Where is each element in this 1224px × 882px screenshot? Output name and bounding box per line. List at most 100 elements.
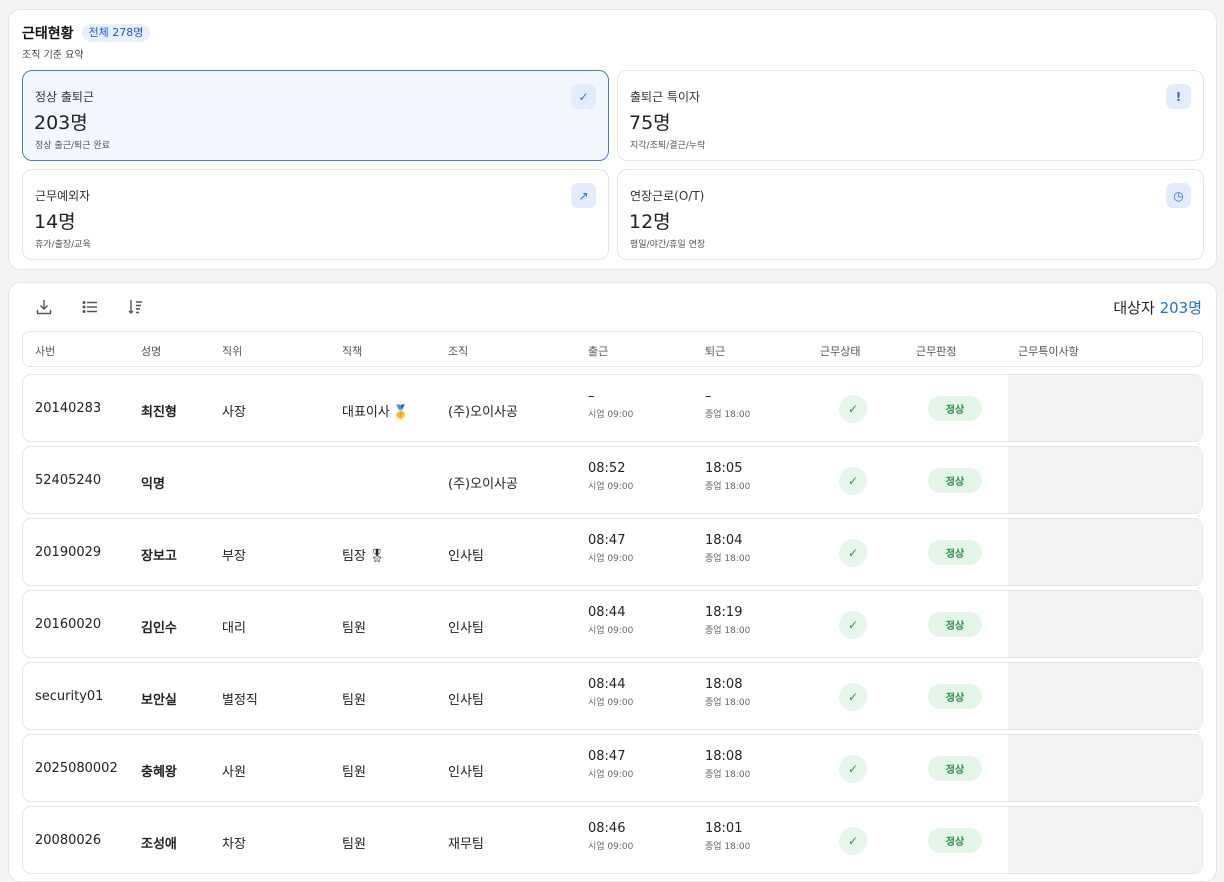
work-status-check-icon: ✓ (839, 467, 867, 495)
card-value: 75명 (629, 112, 671, 134)
column-header[interactable]: 사번 (35, 343, 55, 359)
column-header[interactable]: 근무상태 (820, 343, 860, 359)
clock-in-time: 08:47 (588, 533, 626, 548)
card-value: 12명 (629, 211, 671, 233)
clock-in: 08:46 시업 09:00 (588, 821, 633, 852)
clock-in: 08:47 시업 09:00 (588, 749, 633, 780)
table-row[interactable]: 20190029 장보고 부장 팀장 🎖 인사팀 08:47 시업 09:00 18… (22, 518, 1203, 586)
column-header[interactable]: 조직 (448, 343, 468, 359)
clock-out: 18:05 종업 18:00 (705, 461, 750, 492)
employee-org: 인사팀 (448, 549, 484, 564)
clock-in-time: 08:44 (588, 677, 626, 692)
column-header[interactable]: 출근 (588, 343, 608, 359)
clock-in-time: 08:52 (588, 461, 626, 476)
attendance-list-panel: 대상자 203명 사번 성명 직위 직책 조직 출근 퇴근 근무상태 근무판정 … (8, 282, 1217, 882)
work-status-check-icon: ✓ (839, 395, 867, 423)
employee-role: 대표이사 🥇 (342, 401, 409, 420)
notes-cell (1008, 447, 1202, 513)
judgment-badge: 정상 (928, 396, 982, 421)
table-row[interactable]: 2025080002 충혜왕 사원 팀원 인사팀 08:47 시업 09:00 1… (22, 734, 1203, 802)
clock-out-time: 18:08 (705, 749, 743, 764)
employee-position: 차장 (222, 837, 246, 852)
card-work-exemptions[interactable]: 근무예외자 14명 휴가/출장/교육 ↗ (22, 169, 609, 260)
summary-header: 근태현황 전체 278명 조직 기준 요약 (22, 23, 151, 61)
judgment-badge: 정상 (928, 612, 982, 637)
clock-out-time: 18:01 (705, 821, 743, 836)
table-row[interactable]: 20140283 최진형 사장 대표이사 🥇 (주)오이사공 – 시업 09:00 … (22, 374, 1203, 442)
notes-cell (1008, 735, 1202, 801)
clock-in: 08:47 시업 09:00 (588, 533, 633, 564)
employee-name: 장보고 (141, 549, 177, 564)
judgment-badge: 정상 (928, 540, 982, 565)
card-label: 출퇴근 특이자 (630, 90, 701, 104)
role-text: 팀원 (342, 837, 366, 852)
table-header: 사번 성명 직위 직책 조직 출근 퇴근 근무상태 근무판정 근무특이사항 (22, 331, 1203, 367)
card-value: 14명 (34, 211, 76, 233)
card-description: 정상 출근/퇴근 완료 (35, 141, 110, 151)
employee-id: 20160020 (35, 617, 102, 632)
arrow-diagonal-icon: ↗ (571, 183, 596, 208)
target-label: 대상자 (1113, 299, 1155, 317)
exclamation-icon: ! (1166, 84, 1191, 109)
clock-in: 08:44 시업 09:00 (588, 677, 633, 708)
judgment-badge: 정상 (928, 756, 982, 781)
column-header[interactable]: 근무특이사항 (1018, 343, 1079, 359)
employee-role: 팀장 🎖 (342, 545, 385, 564)
table-row[interactable]: 20160020 김인수 대리 팀원 인사팀 08:44 시업 09:00 18:… (22, 590, 1203, 658)
card-normal-attendance[interactable]: 정상 출퇴근 203명 정상 출근/퇴근 완료 ✓ (22, 70, 609, 161)
list-toolbar (33, 296, 147, 318)
employee-org: 인사팀 (448, 693, 484, 708)
notes-cell (1008, 375, 1202, 441)
card-description: 휴가/출장/교육 (35, 240, 91, 250)
clock-icon: ◷ (1166, 183, 1191, 208)
scheduled-end: 종업 18:00 (705, 770, 751, 780)
column-header[interactable]: 퇴근 (705, 343, 725, 359)
clock-in-time: – (588, 389, 595, 404)
employee-id: 52405240 (35, 473, 102, 488)
employee-role: 팀원 (342, 833, 366, 852)
target-count: 대상자 203명 (1113, 297, 1202, 318)
clock-in: 08:52 시업 09:00 (588, 461, 633, 492)
clock-out: 18:01 종업 18:00 (705, 821, 750, 852)
judgment-badge: 정상 (928, 468, 982, 493)
column-header[interactable]: 성명 (141, 343, 161, 359)
employee-position: 별정직 (222, 693, 258, 708)
clock-out-time: – (705, 389, 712, 404)
sort-icon[interactable] (125, 296, 147, 318)
employee-org: 인사팀 (448, 765, 484, 780)
download-icon[interactable] (33, 296, 55, 318)
card-overtime[interactable]: 연장근로(O/T) 12명 평일/야간/휴일 연장 ◷ (617, 169, 1204, 260)
role-text: 팀장 (342, 549, 366, 564)
employee-position: 사장 (222, 405, 246, 420)
scheduled-start: 시업 09:00 (588, 554, 634, 564)
role-text: 팀원 (342, 693, 366, 708)
clock-out-time: 18:08 (705, 677, 743, 692)
scheduled-start: 시업 09:00 (588, 482, 634, 492)
card-attendance-exceptions[interactable]: 출퇴근 특이자 75명 지각/조퇴/결근/누락 ! (617, 70, 1204, 161)
column-header[interactable]: 직책 (342, 343, 362, 359)
list-view-icon[interactable] (79, 296, 101, 318)
clock-in-time: 08:44 (588, 605, 626, 620)
work-status-check-icon: ✓ (839, 539, 867, 567)
column-header[interactable]: 근무판정 (916, 343, 956, 359)
clock-out: – 종업 18:00 (705, 389, 750, 420)
column-header[interactable]: 직위 (222, 343, 242, 359)
scheduled-end: 종업 18:00 (705, 410, 751, 420)
target-count-value: 203명 (1159, 299, 1202, 317)
scheduled-start: 시업 09:00 (588, 410, 634, 420)
card-description: 평일/야간/휴일 연장 (630, 240, 706, 250)
table-row[interactable]: 20080026 조성애 차장 팀원 재무팀 08:46 시업 09:00 18:… (22, 806, 1203, 874)
medal-icon: 🎖 (368, 549, 386, 564)
employee-org: (주)오이사공 (448, 477, 518, 492)
employee-position: 대리 (222, 621, 246, 636)
clock-in-time: 08:47 (588, 749, 626, 764)
clock-in-time: 08:46 (588, 821, 626, 836)
table-row[interactable]: security01 보안실 별정직 팀원 인사팀 08:44 시업 09:00 … (22, 662, 1203, 730)
clock-out: 18:08 종업 18:00 (705, 749, 750, 780)
total-count-badge: 전체 278명 (81, 24, 151, 42)
employee-id: 20080026 (35, 833, 102, 848)
employee-id: security01 (35, 689, 104, 704)
clock-out-time: 18:04 (705, 533, 743, 548)
employee-org: 인사팀 (448, 621, 484, 636)
table-row[interactable]: 52405240 익명 (주)오이사공 08:52 시업 09:00 18:05 종… (22, 446, 1203, 514)
